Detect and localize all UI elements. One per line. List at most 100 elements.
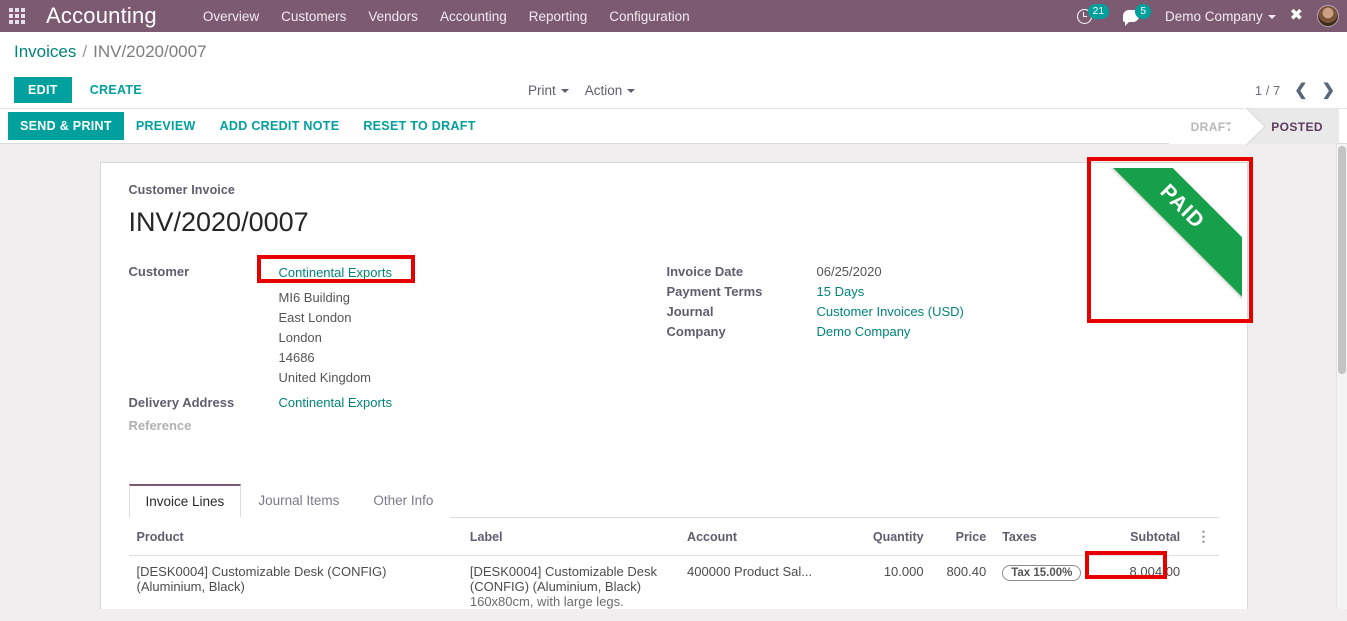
reference-label: Reference xyxy=(128,418,192,433)
journal-label: Journal xyxy=(666,304,714,319)
chevron-down-icon xyxy=(1267,14,1276,19)
main-menu: Overview Customers Vendors Accounting Re… xyxy=(203,9,690,24)
app-brand-title: Accounting xyxy=(46,3,157,28)
cell-account[interactable]: 400000 Product Sal... xyxy=(679,555,846,609)
tax-badge: Tax 15.00% xyxy=(1002,565,1082,581)
create-button[interactable]: CREATE xyxy=(78,77,154,103)
customer-address-line: London xyxy=(278,330,322,345)
cell-subtotal-value: 8,004.00 xyxy=(1129,564,1181,579)
chevron-right-icon[interactable]: ❯ xyxy=(1322,80,1335,100)
notebook-tabs: Invoice Lines Journal Items Other Info xyxy=(128,484,1219,518)
field-reference: Reference xyxy=(129,418,667,433)
table-row[interactable]: [DESK0004] Customizable Desk (CONFIG) (A… xyxy=(128,551,1219,609)
vertical-scrollbar[interactable] xyxy=(1336,144,1347,609)
control-panel: Invoices / INV/2020/0007 EDIT CREATE Pri… xyxy=(0,32,1347,109)
cell-label-main: [DESK0004] Customizable Desk (CONFIG) (A… xyxy=(469,564,658,594)
customer-value[interactable]: Continental Exports xyxy=(279,265,392,280)
top-navbar: Accounting Overview Customers Vendors Ac… xyxy=(0,0,1347,32)
preview-button[interactable]: PREVIEW xyxy=(124,112,208,140)
pager-count: 1 / 7 xyxy=(1254,82,1281,98)
print-dropdown[interactable]: Print xyxy=(528,83,569,98)
cell-quantity[interactable]: 10.000 xyxy=(845,555,932,609)
company-name: Demo Company xyxy=(1165,8,1263,24)
customer-address-line: East London xyxy=(278,310,352,325)
cell-price[interactable]: 800.40 xyxy=(931,555,995,609)
control-panel-dropdowns: Print Action xyxy=(528,83,636,98)
apps-grid-icon[interactable] xyxy=(0,0,34,32)
form-statusbar: SEND & PRINT PREVIEW ADD CREDIT NOTE RES… xyxy=(0,109,1347,144)
cell-taxes[interactable]: Tax 15.00% xyxy=(994,555,1096,609)
messages-menu[interactable]: 5 xyxy=(1123,3,1152,26)
tab-other-info[interactable]: Other Info xyxy=(356,484,451,518)
tab-invoice-lines[interactable]: Invoice Lines xyxy=(128,484,242,518)
wrench-icon[interactable]: ✖ xyxy=(1290,8,1303,24)
customer-address-line: United Kingdom xyxy=(278,370,372,385)
stage-draft[interactable]: DRAFT xyxy=(1168,109,1250,144)
user-avatar[interactable] xyxy=(1317,5,1339,27)
column-header-quantity[interactable]: Quantity xyxy=(845,518,932,556)
breadcrumb-current: INV/2020/0007 xyxy=(93,42,207,61)
chevron-down-icon xyxy=(627,88,636,93)
form-scroll-area: PAID Customer Invoice INV/2020/0007 Cust… xyxy=(0,144,1347,609)
menu-item-reporting[interactable]: Reporting xyxy=(529,9,588,24)
column-header-subtotal[interactable]: Subtotal xyxy=(1095,518,1189,556)
journal-value[interactable]: Customer Invoices (USD) xyxy=(817,304,964,319)
activity-menu[interactable]: 21 xyxy=(1076,3,1110,24)
invoice-sheet: PAID Customer Invoice INV/2020/0007 Cust… xyxy=(99,157,1253,609)
column-header-taxes[interactable]: Taxes xyxy=(994,518,1096,556)
delivery-address-label: Delivery Address xyxy=(128,395,235,410)
edit-button[interactable]: EDIT xyxy=(14,77,72,103)
column-header-account[interactable]: Account xyxy=(679,518,846,556)
action-dropdown[interactable]: Action xyxy=(585,83,636,98)
stage-draft-label: DRAFT xyxy=(1190,119,1234,134)
chevron-down-icon xyxy=(560,88,569,93)
navbar-right-tools: 21 5 Demo Company ✖ xyxy=(1076,0,1339,32)
add-credit-note-button[interactable]: ADD CREDIT NOTE xyxy=(208,112,352,140)
customer-address-line: MI6 Building xyxy=(278,290,351,305)
payment-terms-value[interactable]: 15 Days xyxy=(817,284,865,299)
column-header-product[interactable]: Product xyxy=(128,518,462,556)
invoice-date-label: Invoice Date xyxy=(666,264,744,279)
record-pager: 1 / 7 ❮ ❯ xyxy=(1255,80,1335,100)
cell-label[interactable]: [DESK0004] Customizable Desk (CONFIG) (A… xyxy=(461,555,680,609)
reset-to-draft-button[interactable]: RESET TO DRAFT xyxy=(351,112,487,140)
stage-posted-label: POSTED xyxy=(1271,119,1323,134)
menu-item-configuration[interactable]: Configuration xyxy=(609,9,689,24)
paid-ribbon: PAID xyxy=(1081,168,1242,328)
breadcrumb-separator: / xyxy=(82,42,88,61)
status-stages: DRAFT POSTED xyxy=(1168,109,1339,144)
invoice-date-value[interactable]: 06/25/2020 xyxy=(817,264,882,279)
menu-item-vendors[interactable]: Vendors xyxy=(368,9,418,24)
menu-item-accounting[interactable]: Accounting xyxy=(440,9,507,24)
company-switcher[interactable]: Demo Company xyxy=(1165,9,1276,24)
send-and-print-button[interactable]: SEND & PRINT xyxy=(8,112,124,140)
column-header-label[interactable]: Label xyxy=(461,518,680,556)
chevron-left-icon[interactable]: ❮ xyxy=(1294,80,1307,100)
vertical-dots-icon[interactable]: ⋮ xyxy=(1197,528,1211,544)
scrollbar-thumb[interactable] xyxy=(1338,146,1346,374)
cell-label-description: 160x80cm, with large legs. xyxy=(469,594,624,609)
paid-ribbon-band: PAID xyxy=(1081,168,1242,307)
breadcrumb-invoices[interactable]: Invoices xyxy=(14,42,76,62)
customer-label: Customer xyxy=(128,264,190,279)
paid-ribbon-label: PAID xyxy=(1155,179,1209,234)
menu-item-overview[interactable]: Overview xyxy=(203,9,259,24)
menu-item-customers[interactable]: Customers xyxy=(281,9,346,24)
invoice-notebook: Invoice Lines Journal Items Other Info P… xyxy=(128,484,1219,609)
table-header-row: Product Label Account Quantity Price Tax… xyxy=(128,518,1219,556)
invoice-type-label: Customer Invoice xyxy=(128,183,235,197)
page-title: INV/2020/0007 xyxy=(128,207,309,237)
column-header-price[interactable]: Price xyxy=(931,518,995,556)
customer-address-line: 14686 xyxy=(278,350,315,365)
cell-subtotal: 8,004.00 xyxy=(1085,551,1189,609)
invoice-lines-table: Product Label Account Quantity Price Tax… xyxy=(128,518,1219,609)
tab-journal-items[interactable]: Journal Items xyxy=(241,484,357,518)
payment-terms-label: Payment Terms xyxy=(666,284,763,299)
cell-product[interactable]: [DESK0004] Customizable Desk (CONFIG) (A… xyxy=(128,555,462,609)
company-label: Company xyxy=(666,324,726,339)
invoice-fields-left: Customer Continental Exports MI6 Buildin… xyxy=(128,255,667,438)
field-delivery-address: Delivery Address Continental Exports xyxy=(129,395,667,410)
delivery-address-value[interactable]: Continental Exports xyxy=(279,395,392,410)
company-value[interactable]: Demo Company xyxy=(817,324,911,339)
field-customer: Customer Continental Exports MI6 Buildin… xyxy=(128,255,667,390)
